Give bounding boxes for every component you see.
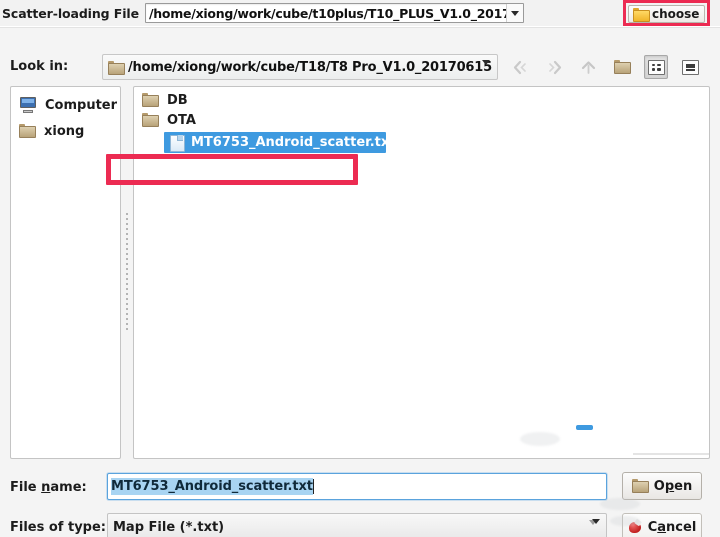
open-button-label: Open	[653, 478, 693, 494]
filename-label: File name:	[10, 480, 87, 495]
text-caret	[312, 479, 314, 494]
parent-directory-icon	[580, 60, 597, 75]
list-item[interactable]: OTA	[134, 110, 709, 130]
list-item-label: MT6753_Android_scatter.txt	[191, 135, 396, 150]
filetype-value: Map File (*.txt)	[113, 519, 225, 535]
pane-splitter[interactable]	[124, 86, 130, 459]
lookin-combobox[interactable]: /home/xiong/work/cube/T18/T8 Pro_V1.0_20…	[102, 54, 498, 80]
folder-icon	[108, 61, 125, 75]
list-view-button[interactable]	[644, 55, 668, 79]
sidebar-item-label: xiong	[44, 123, 85, 139]
choose-button-highlight: choose	[623, 0, 710, 26]
file-chooser-screen: Scatter-loading File /home/xiong/work/cu…	[0, 0, 720, 537]
folder-icon	[19, 124, 36, 138]
scatter-path-value: /home/xiong/work/cube/t10plus/T10_PLUS_V…	[148, 5, 506, 21]
new-folder-button[interactable]	[610, 55, 634, 79]
folder-icon	[142, 93, 159, 107]
detail-view-button[interactable]	[678, 55, 702, 79]
back-icon	[512, 60, 529, 75]
choose-button[interactable]: choose	[628, 5, 705, 23]
new-folder-icon	[613, 60, 631, 74]
list-view-icon	[647, 59, 665, 75]
forward-button[interactable]	[542, 55, 566, 79]
parent-directory-button[interactable]	[576, 55, 600, 79]
chevron-down-icon	[510, 10, 519, 16]
sidebar-item-label: Computer	[45, 97, 118, 113]
filetype-dropdown-arrow-secondary[interactable]	[592, 519, 600, 537]
back-button[interactable]	[508, 55, 532, 79]
choose-button-label: choose	[652, 7, 700, 21]
horizontal-scrollbar-thumb[interactable]	[576, 425, 593, 430]
lookin-dropdown-arrow[interactable]	[482, 60, 490, 80]
detail-view-icon	[681, 59, 699, 75]
list-item-label: OTA	[167, 112, 196, 128]
text-file-icon	[170, 135, 185, 152]
sidebar-shortcuts[interactable]: Computer xiong	[10, 86, 121, 459]
forward-icon	[546, 60, 563, 75]
sidebar-item-xiong[interactable]: xiong	[11, 118, 120, 144]
browser-panes: Computer xiong DB OTA MT6753_Android_sca…	[10, 86, 710, 459]
scatter-path-combobox[interactable]: /home/xiong/work/cube/t10plus/T10_PLUS_V…	[144, 3, 524, 23]
filetype-label: Files of type:	[10, 520, 106, 535]
open-file-dialog: Look in: /home/xiong/work/cube/T18/T8 Pr…	[0, 28, 720, 537]
chevron-down-icon	[592, 519, 600, 537]
sidebar-item-computer[interactable]: Computer	[11, 92, 120, 118]
scatter-loading-bar: Scatter-loading File /home/xiong/work/cu…	[0, 0, 720, 26]
cancel-button-label: Cancel	[647, 519, 697, 535]
file-list[interactable]: DB OTA MT6753_Android_scatter.txt	[133, 86, 710, 459]
chevron-down-icon	[482, 60, 490, 80]
lookin-value: /home/xiong/work/cube/T18/T8 Pro_V1.0_20…	[128, 59, 492, 75]
scatter-path-dropdown-arrow[interactable]	[505, 4, 523, 22]
cancel-icon	[628, 520, 643, 534]
horizontal-scrollbar-track[interactable]	[633, 453, 709, 455]
scatter-loading-label: Scatter-loading File	[2, 5, 139, 21]
lookin-row: Look in: /home/xiong/work/cube/T18/T8 Pr…	[0, 53, 720, 83]
list-item[interactable]: DB	[134, 90, 709, 110]
filename-value: MT6753_Android_scatter.txt	[111, 478, 313, 495]
list-item-label: DB	[167, 92, 188, 108]
open-button[interactable]: Open	[622, 472, 702, 500]
cancel-button[interactable]: Cancel	[622, 513, 702, 537]
filetype-combobox[interactable]: Map File (*.txt)	[107, 513, 607, 537]
filename-input[interactable]: MT6753_Android_scatter.txt	[107, 473, 607, 500]
computer-icon	[19, 97, 37, 113]
list-item-selected[interactable]: MT6753_Android_scatter.txt	[164, 132, 395, 153]
lookin-label: Look in:	[10, 59, 69, 74]
folder-icon	[633, 8, 650, 22]
folder-icon	[142, 113, 159, 127]
folder-icon	[631, 479, 649, 493]
